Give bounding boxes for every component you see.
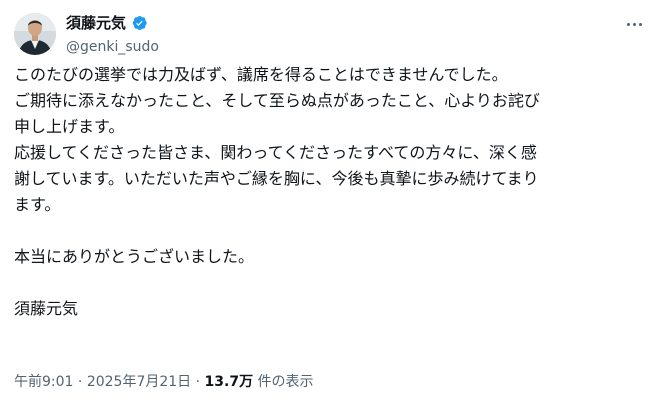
tweet-text: このたびの選挙では力及ばず、議席を得ることはできませんでした。 ご期待に添えなか… bbox=[14, 62, 644, 322]
tweet-line: 本当にありがとうございました。 bbox=[14, 247, 255, 266]
tweet-card: 須藤元気 @genki_sudo このたびの選挙では力及ばず、議席を得ることはで… bbox=[0, 0, 661, 401]
tweet-line: ます。 bbox=[14, 195, 61, 214]
name-row: 須藤元気 bbox=[66, 13, 159, 33]
tweet-signature: 須藤元気 bbox=[14, 299, 79, 318]
meta-separator: · bbox=[73, 374, 87, 390]
tweet-line: 応援してくださった皆さま、関わってくださったすべての方々に、深く感 bbox=[14, 143, 537, 162]
tweet-line: 申し上げます。 bbox=[14, 117, 125, 136]
views-label: 件の表示 bbox=[253, 374, 314, 390]
display-name[interactable]: 須藤元気 bbox=[66, 13, 126, 33]
views-count: 13.7万 bbox=[204, 374, 254, 390]
author-info: 須藤元気 @genki_sudo bbox=[66, 13, 159, 57]
meta-separator: · bbox=[191, 374, 205, 390]
avatar[interactable] bbox=[14, 13, 56, 55]
verified-badge-icon bbox=[130, 14, 148, 32]
handle[interactable]: @genki_sudo bbox=[66, 37, 159, 57]
tweet-line: 謝しています。いただいた声やご縁を胸に、今後も真摯に歩み続けてまり bbox=[14, 169, 539, 188]
more-options-icon[interactable] bbox=[623, 14, 645, 34]
tweet-line: このたびの選挙では力及ばず、議席を得ることはできませんでした。 bbox=[14, 65, 508, 84]
timestamp-link[interactable]: 午前9:01 · 2025年7月21日 bbox=[14, 374, 191, 390]
post-time: 午前9:01 bbox=[14, 374, 74, 390]
tweet-line: ご期待に添えなかったこと、そして至らぬ点があったこと、心よりお詫び bbox=[14, 91, 540, 110]
post-date: 2025年7月21日 bbox=[86, 374, 192, 390]
tweet-meta: 午前9:01 · 2025年7月21日 · 13.7万 件の表示 bbox=[14, 372, 314, 392]
